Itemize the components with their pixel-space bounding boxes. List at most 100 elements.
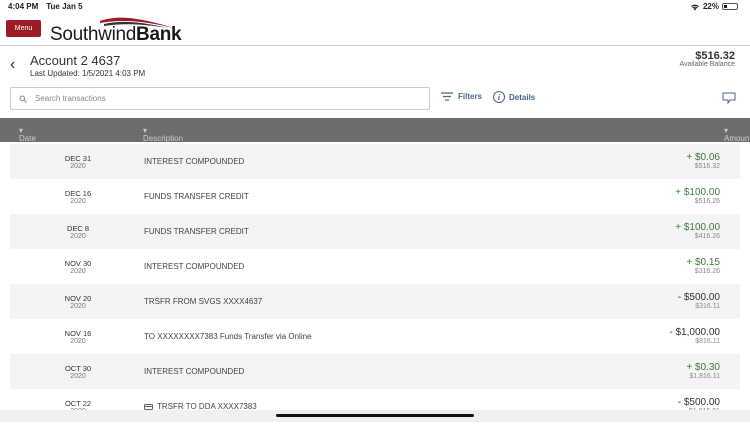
transaction-month-day: DEC 16: [64, 189, 92, 198]
transaction-amount-value: + $0.06: [686, 152, 720, 163]
transaction-amount-value: + $100.00: [675, 187, 720, 198]
running-balance: $316.26: [694, 268, 720, 275]
details-label: Details: [509, 92, 536, 102]
running-balance: $516.32: [694, 163, 720, 170]
transaction-row[interactable]: OCT 30 2020 INTEREST COMPOUNDED + $0.30 $1…: [10, 354, 740, 389]
transaction-amount-value: - $1,000.00: [669, 327, 720, 338]
chat-icon[interactable]: [722, 92, 736, 104]
transaction-description: INTEREST COMPOUNDED: [144, 157, 244, 166]
filter-icon: [441, 92, 453, 101]
transaction-month-day: NOV 20: [64, 294, 92, 303]
transaction-month-day: OCT 22: [64, 399, 92, 408]
transaction-amount-value: + $100.00: [675, 222, 720, 233]
status-right: 22%: [690, 2, 738, 11]
logo-text-bold: Bank: [136, 24, 182, 45]
transaction-amount-value: + $0.15: [686, 257, 720, 268]
transaction-month-day: OCT 30: [64, 364, 92, 373]
running-balance: $516.26: [694, 198, 720, 205]
transaction-month-day: DEC 31: [64, 154, 92, 163]
amount-column-header[interactable]: Amount ▾: [724, 126, 750, 143]
transaction-date: DEC 8 2020: [46, 224, 110, 240]
info-icon: i: [493, 91, 505, 103]
transaction-year: 2020: [70, 268, 86, 275]
transaction-date: OCT 30 2020: [46, 364, 110, 380]
header-divider: [0, 45, 750, 46]
transaction-year: 2020: [70, 338, 86, 345]
transaction-amount: - $1,000.00 $816.11: [669, 327, 720, 345]
transaction-row[interactable]: NOV 20 2020 TRSFR FROM SVGS XXXX4637 - $5…: [10, 284, 740, 319]
status-day: Tue Jan 5: [46, 2, 83, 11]
transaction-amount: + $0.30 $1,816.11: [686, 362, 720, 380]
status-bar: 4:04 PM Tue Jan 5: [8, 2, 83, 11]
transaction-date: DEC 16 2020: [46, 189, 110, 205]
menu-button[interactable]: Menu: [6, 20, 41, 37]
transaction-row[interactable]: DEC 16 2020 FUNDS TRANSFER CREDIT + $100.…: [10, 179, 740, 214]
filters-button[interactable]: Filters: [441, 92, 482, 101]
search-icon: [19, 95, 27, 103]
running-balance: $1,816.11: [689, 373, 720, 380]
transaction-description: INTEREST COMPOUNDED: [144, 367, 244, 376]
transaction-description-text: INTEREST COMPOUNDED: [144, 367, 245, 376]
transaction-description: FUNDS TRANSFER CREDIT: [144, 192, 249, 201]
description-header-label: Description: [143, 134, 184, 143]
running-balance: $416.26: [694, 233, 720, 240]
transaction-date: DEC 31 2020: [46, 154, 110, 170]
transaction-row[interactable]: NOV 30 2020 INTEREST COMPOUNDED + $0.15 $3…: [10, 249, 740, 284]
transaction-month-day: DEC 8: [66, 224, 90, 233]
transaction-amount-value: - $500.00: [677, 292, 720, 303]
wifi-icon: [690, 4, 699, 10]
transaction-amount: + $0.06 $516.32: [686, 152, 720, 170]
transaction-date: NOV 20 2020: [46, 294, 110, 310]
account-title: Account 2 4637: [30, 53, 121, 68]
transaction-amount: + $0.15 $316.26: [686, 257, 720, 275]
details-button[interactable]: i Details: [493, 91, 535, 103]
search-field[interactable]: [10, 87, 430, 110]
transaction-month-day: NOV 30: [64, 259, 92, 268]
transaction-amount-value: - $500.00: [677, 397, 720, 408]
date-header-label: Date: [19, 134, 36, 143]
transaction-row[interactable]: DEC 31 2020 INTEREST COMPOUNDED + $0.06 $5…: [10, 144, 740, 179]
transaction-year: 2020: [70, 198, 86, 205]
transaction-date: NOV 30 2020: [46, 259, 110, 275]
home-indicator[interactable]: [276, 414, 474, 417]
transaction-description: TO XXXXXXXX7383 Funds Transfer via Onlin…: [144, 332, 312, 341]
last-updated: Last Updated: 1/5/2021 4:03 PM: [30, 69, 146, 78]
transaction-amount: + $100.00 $516.26: [675, 187, 720, 205]
transaction-year: 2020: [70, 373, 86, 380]
transaction-description-text: TO XXXXXXXX7383 Funds Transfer via Onlin…: [144, 332, 312, 341]
transaction-month-day: NOV 16: [64, 329, 92, 338]
transaction-row[interactable]: DEC 8 2020 FUNDS TRANSFER CREDIT + $100.0…: [10, 214, 740, 249]
transaction-year: 2020: [70, 163, 86, 170]
transaction-description-text: INTEREST COMPOUNDED: [144, 262, 245, 271]
transaction-amount: - $500.00 $316.11: [678, 292, 720, 310]
logo-text: Southwind: [50, 24, 137, 45]
southwind-bank-logo: SouthwindBank: [50, 17, 182, 45]
available-balance-label: Available Balance: [679, 61, 735, 68]
transaction-year: 2020: [70, 233, 86, 240]
transaction-description-text: FUNDS TRANSFER CREDIT: [144, 227, 249, 236]
transaction-description: INTEREST COMPOUNDED: [144, 262, 244, 271]
transaction-amount-value: + $0.30: [686, 362, 720, 373]
date-column-header[interactable]: Date ▾: [19, 126, 36, 143]
transaction-year: 2020: [70, 303, 86, 310]
transaction-date: NOV 16 2020: [46, 329, 110, 345]
status-time: 4:04 PM: [8, 2, 39, 11]
battery-icon: [722, 3, 738, 10]
transaction-amount: + $100.00 $416.26: [675, 222, 720, 240]
amount-header-label: Amount: [723, 134, 750, 143]
filters-label: Filters: [458, 92, 483, 101]
table-header: Date ▾ Description ▾ Amount ▾: [0, 118, 750, 143]
transaction-description-text: INTEREST COMPOUNDED: [144, 157, 245, 166]
running-balance: $316.11: [695, 303, 720, 310]
search-input[interactable]: [35, 94, 429, 103]
transaction-description-text: TRSFR FROM SVGS XXXX4637: [144, 297, 263, 306]
transaction-description-text: FUNDS TRANSFER CREDIT: [144, 192, 249, 201]
back-button[interactable]: ‹: [10, 56, 15, 74]
transaction-list: DEC 31 2020 INTEREST COMPOUNDED + $0.06 $5…: [10, 144, 740, 424]
transaction-description: TRSFR FROM SVGS XXXX4637: [144, 297, 262, 306]
description-column-header[interactable]: Description ▾: [143, 126, 183, 143]
transaction-description: FUNDS TRANSFER CREDIT: [144, 227, 249, 236]
transaction-row[interactable]: NOV 16 2020 TO XXXXXXXX7383 Funds Transfe…: [10, 319, 740, 354]
battery-percent: 22%: [702, 2, 719, 11]
running-balance: $816.11: [695, 338, 720, 345]
